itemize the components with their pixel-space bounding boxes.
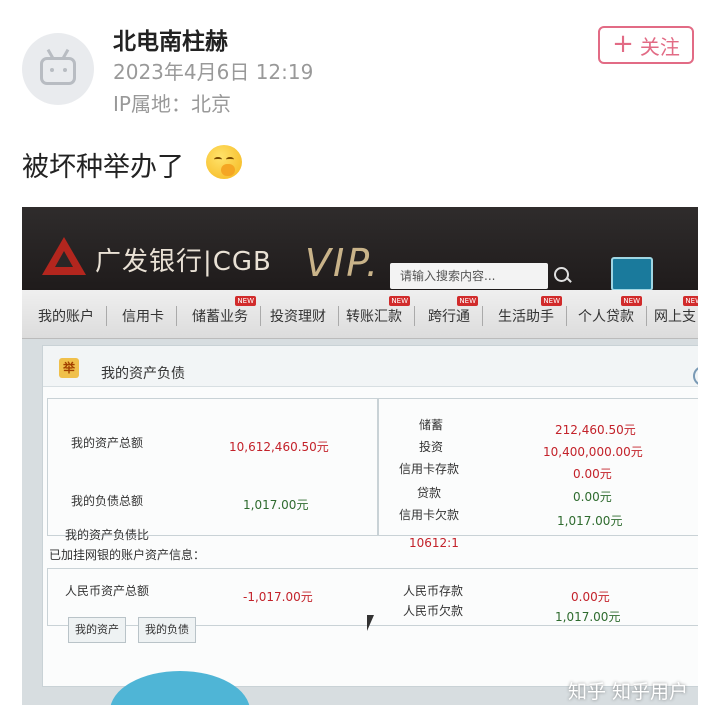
plus-icon: + (612, 29, 634, 59)
total-liabilities-value: 1,017.00元 (243, 498, 309, 512)
bank-name: 广发银行|CGB (95, 247, 272, 277)
card-debt-label: 信用卡欠款 (399, 508, 460, 522)
summary-grid (47, 398, 379, 536)
rmb-deposit-label: 人民币存款 (403, 584, 464, 598)
panel-icon: 举 (59, 358, 79, 378)
loan-value: 0.00元 (573, 490, 612, 504)
refresh-icon[interactable] (693, 366, 698, 386)
mouse-cursor-icon (367, 615, 374, 631)
rmb-debt-label: 人民币欠款 (403, 604, 464, 618)
shy-face-emoji-icon (206, 145, 242, 179)
post-image[interactable]: 广发银行|CGB VIP. 请输入搜索内容... 我的账户 信用卡 NEW 储蓄业… (22, 207, 698, 705)
username[interactable]: 北电南柱赫 (113, 22, 228, 56)
ratio-value: 10612:1 (409, 536, 459, 550)
bank-nav: 我的账户 信用卡 NEW 储蓄业务 投资理财 NEW 转账汇款 NEW 跨行通 NEW… (22, 290, 698, 339)
search-icon[interactable] (554, 267, 569, 282)
watermark: 知乎 知乎用户 (568, 681, 689, 703)
ratio-label: 我的资产负债比 (65, 528, 150, 542)
card-deposit-value: 0.00元 (573, 467, 612, 481)
bank-search-input[interactable]: 请输入搜索内容... (390, 263, 548, 289)
nav-item-online-pay[interactable]: NEW网上支 (654, 296, 698, 326)
tab-my-liabilities[interactable]: 我的负债 (138, 617, 196, 643)
rmb-assets-label: 人民币资产总额 (65, 584, 150, 598)
nav-item-personal-loan[interactable]: NEW 个人贷款 (578, 296, 647, 326)
bank-logo-icon (42, 237, 86, 275)
tv-avatar-icon (40, 57, 76, 85)
follow-label: 关注 (639, 34, 680, 59)
panel-header: 举 我的资产负债 (43, 346, 698, 387)
vip-text: VIP. (305, 241, 380, 285)
nav-item-my-account[interactable]: 我的账户 (38, 306, 107, 326)
nav-item-transfer[interactable]: NEW 转账汇款 (346, 296, 415, 326)
rmb-debt-value: 1,017.00元 (555, 610, 621, 624)
investment-value: 10,400,000.00元 (543, 445, 643, 459)
rmb-assets-value: -1,017.00元 (243, 590, 313, 604)
post-timestamp: 2023年4月6日 12:19 (113, 60, 314, 84)
tab-my-assets[interactable]: 我的资产 (68, 617, 126, 643)
loan-label: 贷款 (417, 486, 442, 500)
monitor-icon (611, 257, 653, 291)
bound-accounts-info: 已加挂网银的账户资产信息： (49, 548, 206, 562)
nav-item-credit-card[interactable]: 信用卡 (122, 306, 177, 326)
bank-header: 广发银行|CGB VIP. 请输入搜索内容... (22, 207, 698, 291)
nav-item-interbank[interactable]: NEW 跨行通 (428, 296, 483, 326)
follow-button[interactable]: + 关注 (598, 26, 694, 64)
card-debt-value: 1,017.00元 (557, 514, 623, 528)
savings-label: 储蓄 (419, 418, 444, 432)
total-assets-value: 10,612,460.50元 (229, 440, 329, 454)
total-assets-label: 我的资产总额 (71, 436, 144, 450)
nav-item-savings[interactable]: NEW 储蓄业务 (192, 296, 261, 326)
savings-value: 212,460.50元 (555, 423, 636, 437)
investment-label: 投资 (419, 440, 444, 454)
post-text: 被坏种举办了 (22, 152, 184, 183)
panel-title: 我的资产负债 (101, 366, 185, 382)
ip-location: IP属地：北京 (113, 92, 231, 116)
avatar[interactable] (22, 33, 94, 105)
nav-item-investment[interactable]: 投资理财 (270, 306, 339, 326)
card-deposit-label: 信用卡存款 (399, 462, 460, 476)
total-liabilities-label: 我的负债总额 (71, 494, 144, 508)
nav-item-life-helper[interactable]: NEW 生活助手 (498, 296, 567, 326)
rmb-deposit-value: 0.00元 (571, 590, 610, 604)
